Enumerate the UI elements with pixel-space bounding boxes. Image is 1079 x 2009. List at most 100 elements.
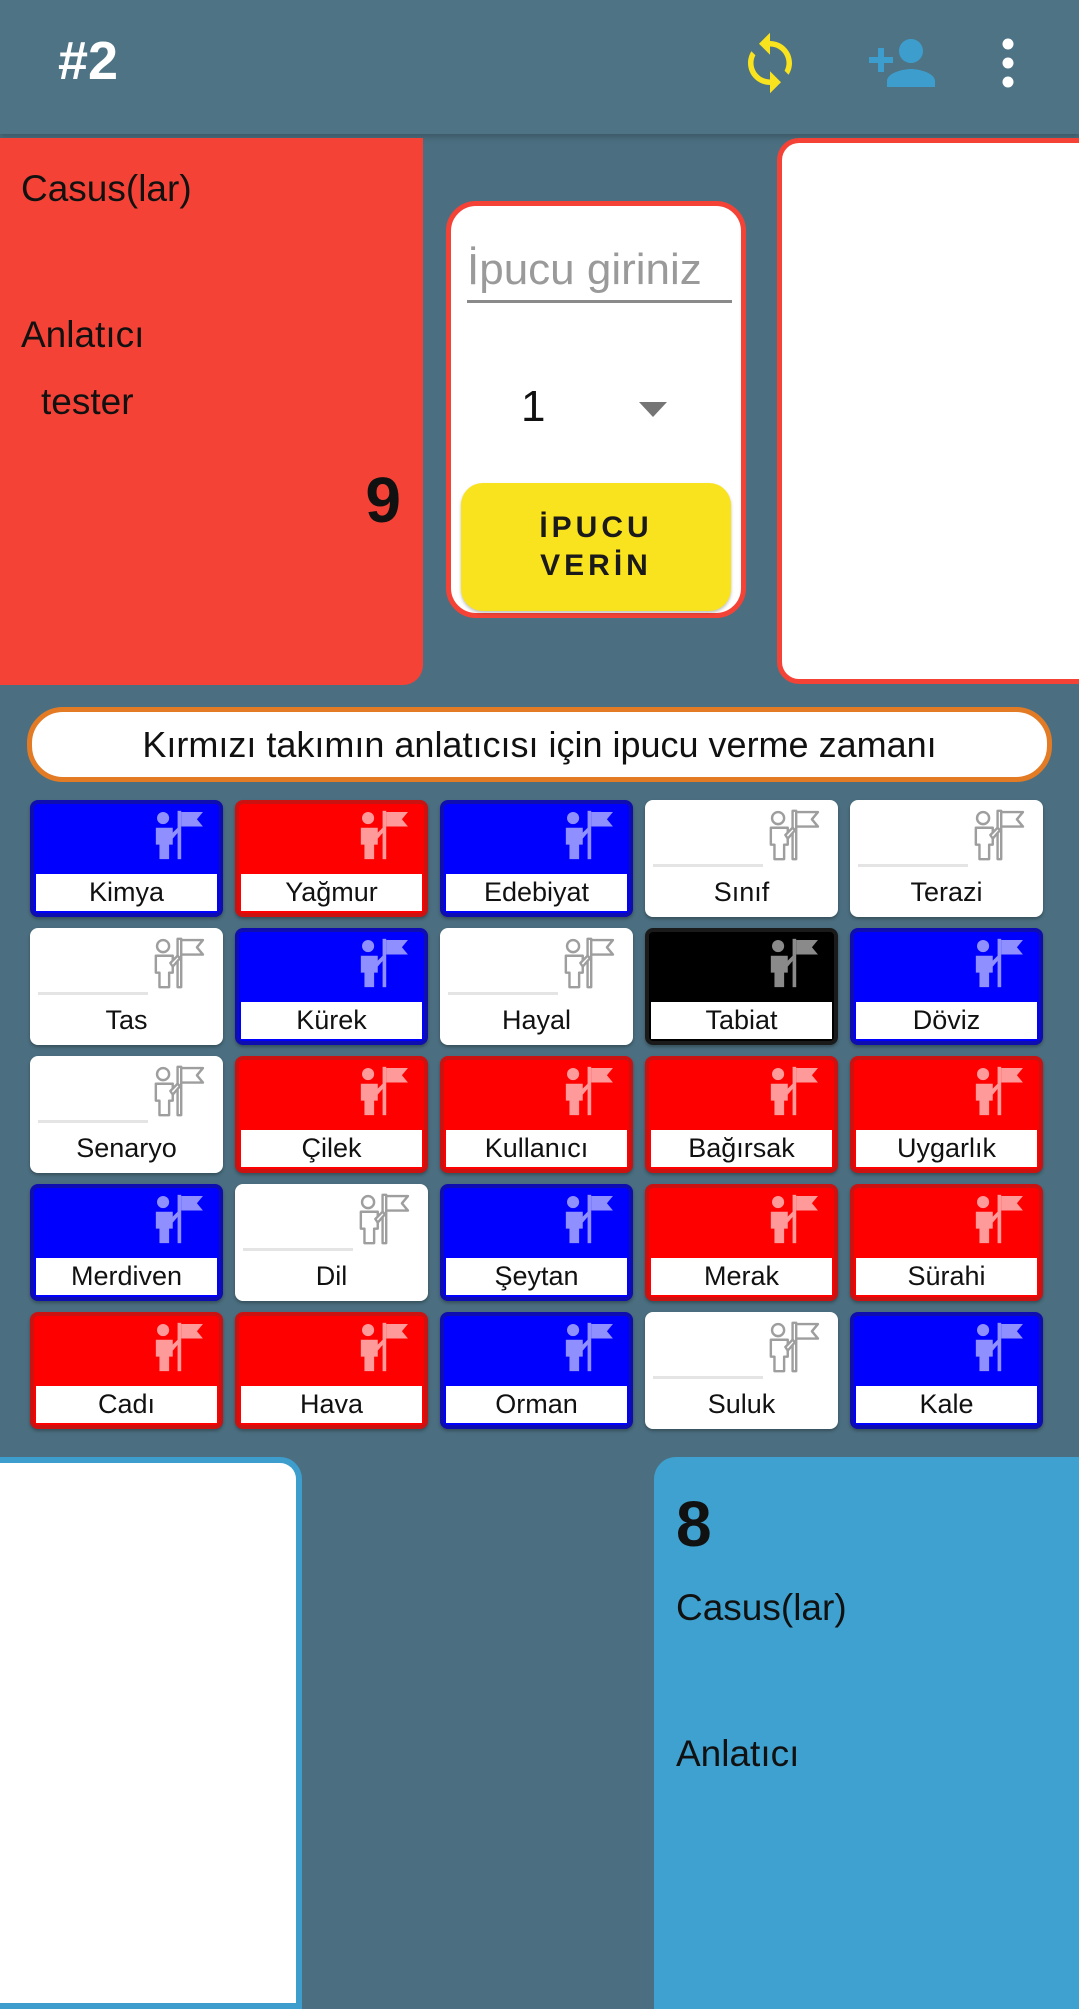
app-bar: #2	[0, 0, 1079, 134]
agent-flag-icon	[769, 1321, 820, 1373]
clue-count-select[interactable]: 1	[491, 374, 701, 444]
word-card[interactable]: Suluk	[645, 1312, 838, 1429]
card-word: Edebiyat	[446, 874, 627, 911]
card-divider	[38, 992, 148, 995]
card-divider	[653, 1376, 763, 1379]
card-divider	[653, 864, 763, 867]
agent-flag-icon	[154, 937, 205, 989]
word-card[interactable]: Edebiyat	[440, 800, 633, 917]
agent-flag-icon	[974, 809, 1025, 861]
card-word: Merak	[651, 1258, 832, 1295]
agent-flag-icon	[565, 1066, 613, 1116]
card-divider	[448, 992, 558, 995]
red-clue-log	[777, 138, 1079, 684]
word-card[interactable]: Uygarlık	[850, 1056, 1043, 1173]
clue-count-value: 1	[521, 382, 546, 431]
word-card[interactable]: Kale	[850, 1312, 1043, 1429]
card-divider	[38, 1120, 148, 1123]
word-card[interactable]: Yağmur	[235, 800, 428, 917]
agent-flag-icon	[360, 1066, 408, 1116]
word-card[interactable]: Kürek	[235, 928, 428, 1045]
card-word: Tas	[36, 1002, 217, 1039]
card-word: Döviz	[856, 1002, 1037, 1039]
word-card[interactable]: Merak	[645, 1184, 838, 1301]
word-card[interactable]: Cadı	[30, 1312, 223, 1429]
card-word: Kimya	[36, 874, 217, 911]
agent-flag-icon	[154, 1065, 205, 1117]
word-card[interactable]: Sınıf	[645, 800, 838, 917]
blue-spies-label: Casus(lar)	[676, 1587, 847, 1628]
blue-clue-log	[0, 1457, 302, 2009]
card-word: Dil	[241, 1258, 422, 1295]
word-card[interactable]: Bağırsak	[645, 1056, 838, 1173]
word-card[interactable]: Çilek	[235, 1056, 428, 1173]
word-card[interactable]: Senaryo	[30, 1056, 223, 1173]
card-divider	[243, 1248, 353, 1251]
agent-flag-icon	[770, 1066, 818, 1116]
word-card[interactable]: Tabiat	[645, 928, 838, 1045]
agent-flag-icon	[770, 1194, 818, 1244]
blue-narrator-label: Anlatıcı	[676, 1733, 800, 1774]
word-card[interactable]: Tas	[30, 928, 223, 1045]
word-card[interactable]: Kullanıcı	[440, 1056, 633, 1173]
agent-flag-icon	[975, 1066, 1023, 1116]
agent-flag-icon	[155, 810, 203, 860]
agent-flag-icon	[769, 809, 820, 861]
refresh-button[interactable]	[730, 28, 810, 98]
agent-flag-icon	[975, 1322, 1023, 1372]
more-vert-icon	[1002, 38, 1014, 88]
word-card[interactable]: Hava	[235, 1312, 428, 1429]
agent-flag-icon	[360, 1322, 408, 1372]
agent-flag-icon	[360, 938, 408, 988]
agent-flag-icon	[564, 937, 615, 989]
card-word: Şeytan	[446, 1258, 627, 1295]
card-word: Senaryo	[36, 1130, 217, 1167]
card-word: Terazi	[856, 874, 1037, 911]
agent-flag-icon	[155, 1194, 203, 1244]
card-word: Sürahi	[856, 1258, 1037, 1295]
word-card[interactable]: Orman	[440, 1312, 633, 1429]
agent-flag-icon	[155, 1322, 203, 1372]
red-remaining-count: 9	[365, 464, 401, 536]
card-word: Sınıf	[651, 874, 832, 911]
card-word: Yağmur	[241, 874, 422, 911]
card-word: Merdiven	[36, 1258, 217, 1295]
agent-flag-icon	[359, 1193, 410, 1245]
card-word: Çilek	[241, 1130, 422, 1167]
clue-input[interactable]	[467, 240, 732, 303]
red-narrator-name: tester	[41, 381, 134, 422]
room-title: #2	[58, 31, 119, 91]
dropdown-arrow-icon	[639, 402, 667, 417]
card-word: Orman	[446, 1386, 627, 1423]
card-word: Suluk	[651, 1386, 832, 1423]
blue-remaining-count: 8	[676, 1488, 712, 1560]
word-card[interactable]: Kimya	[30, 800, 223, 917]
word-card[interactable]: Hayal	[440, 928, 633, 1045]
card-divider	[858, 864, 968, 867]
clue-form: 1 İPUCU VERİN	[446, 201, 746, 618]
red-narrator-label: Anlatıcı	[21, 314, 145, 355]
give-clue-button[interactable]: İPUCU VERİN	[461, 483, 731, 611]
word-card[interactable]: Döviz	[850, 928, 1043, 1045]
card-word: Kullanıcı	[446, 1130, 627, 1167]
red-spies-label: Casus(lar)	[21, 168, 192, 209]
agent-flag-icon	[565, 1322, 613, 1372]
blue-team-panel: 8 Casus(lar) Anlatıcı	[654, 1457, 1079, 2009]
agent-flag-icon	[565, 1194, 613, 1244]
card-word: Tabiat	[651, 1002, 832, 1039]
card-word: Kale	[856, 1386, 1037, 1423]
card-word: Bağırsak	[651, 1130, 832, 1167]
add-person-icon	[869, 39, 935, 87]
add-player-button[interactable]	[862, 28, 942, 98]
agent-flag-icon	[360, 810, 408, 860]
word-card[interactable]: Terazi	[850, 800, 1043, 917]
card-word: Hava	[241, 1386, 422, 1423]
card-word: Uygarlık	[856, 1130, 1037, 1167]
word-card[interactable]: Merdiven	[30, 1184, 223, 1301]
word-card[interactable]: Sürahi	[850, 1184, 1043, 1301]
more-menu-button[interactable]	[978, 28, 1038, 98]
word-board: Kimya Yağmur Edebiyat Sınıf Terazi Tas Kürek Ha…	[30, 800, 1050, 1430]
word-card[interactable]: Şeytan	[440, 1184, 633, 1301]
word-card[interactable]: Dil	[235, 1184, 428, 1301]
agent-flag-icon	[975, 1194, 1023, 1244]
